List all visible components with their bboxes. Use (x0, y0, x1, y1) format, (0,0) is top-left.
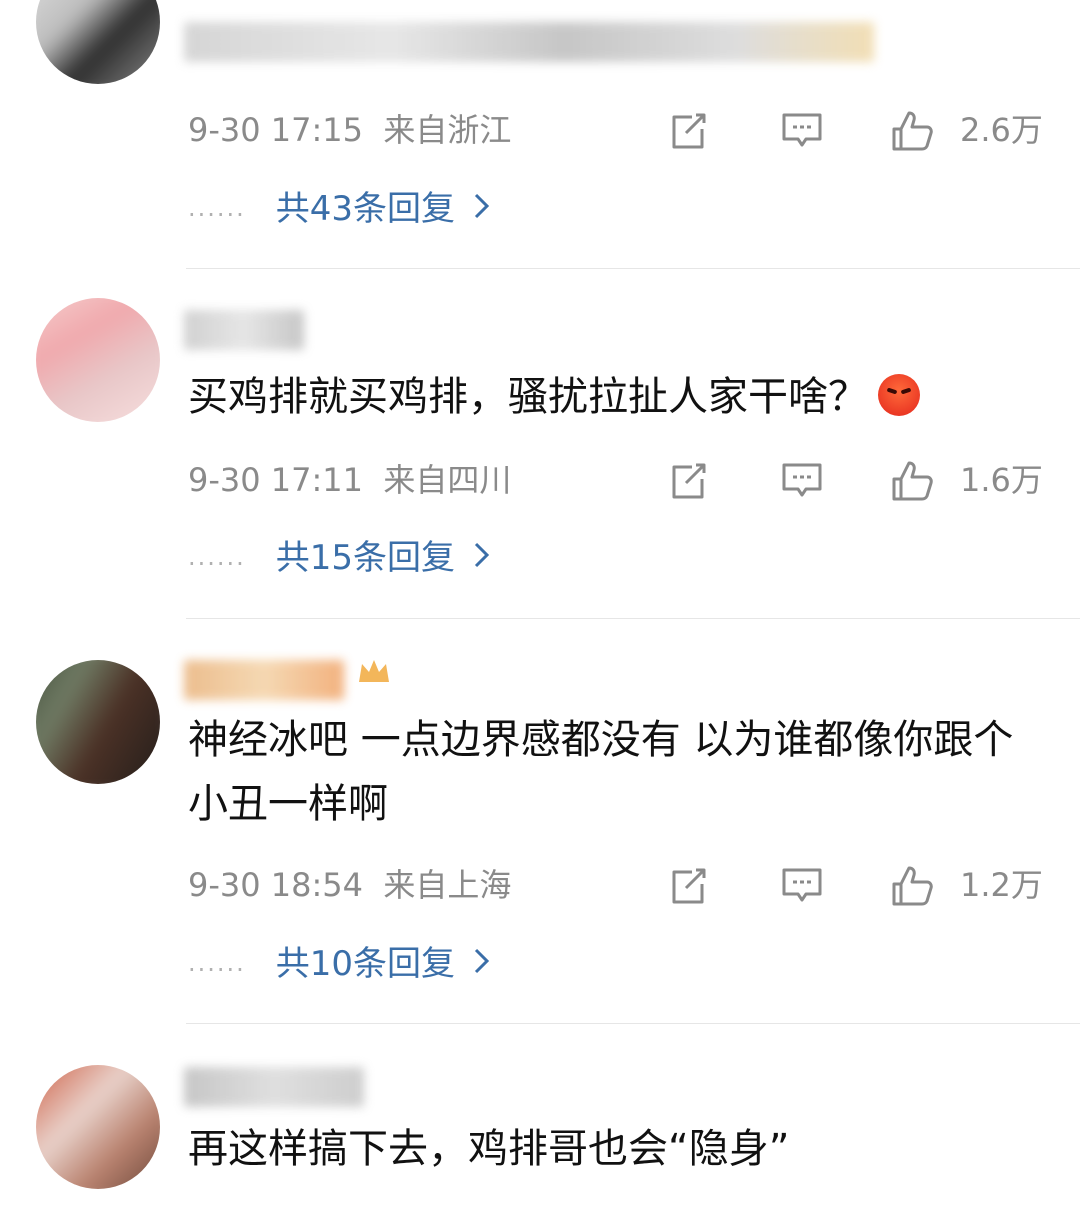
comment-meta: 9-30 18:54 来自上海 1.2万 (188, 860, 1080, 910)
angry-face-emoji (878, 374, 920, 416)
comment-text: 买鸡排就买鸡排，骚扰拉扯人家干啥？ (188, 365, 1030, 429)
like-count: 2.6万 (960, 111, 1043, 149)
reply-count[interactable]: 共15条回复 (276, 538, 455, 578)
forward-icon[interactable] (666, 864, 710, 908)
thumbs-up-icon[interactable] (890, 109, 934, 153)
comment-location: 来自浙江 (383, 111, 512, 149)
more-dots: ...... (188, 543, 246, 571)
thumbs-up-icon[interactable] (890, 459, 934, 503)
username-blurred[interactable] (184, 1067, 364, 1107)
comment-item-1: 9-30 17:15 来自浙江 2.6万 ...... 共43条回复 (0, 0, 1080, 270)
reply-count[interactable]: 共10条回复 (276, 944, 455, 984)
comment-icon[interactable] (780, 864, 824, 908)
username-blurred[interactable] (184, 310, 304, 350)
comment-meta: 9-30 17:15 来自浙江 2.6万 (188, 105, 1080, 155)
reply-count[interactable]: 共43条回复 (276, 189, 455, 229)
like-count: 1.2万 (960, 866, 1043, 904)
forward-icon[interactable] (666, 459, 710, 503)
divider (186, 618, 1080, 619)
comment-text: 神经冰吧 一点边界感都没有 以为谁都像你跟个小丑一样啊 (188, 717, 1014, 827)
chevron-right-icon (474, 193, 490, 219)
more-dots: ...... (188, 949, 246, 977)
chevron-right-icon (474, 948, 490, 974)
comment-meta: 9-30 17:11 来自四川 1.6万 (188, 455, 1080, 505)
avatar[interactable] (36, 298, 160, 422)
like-count: 1.6万 (960, 461, 1043, 499)
chevron-right-icon (474, 542, 490, 568)
comment-icon[interactable] (780, 109, 824, 153)
comment-location: 来自四川 (383, 461, 512, 499)
comment-location: 来自上海 (383, 866, 512, 904)
forward-icon[interactable] (666, 109, 710, 153)
view-replies-link[interactable]: ...... 共43条回复 (188, 183, 491, 233)
comment-time: 9-30 18:54 (188, 866, 364, 904)
comment-time: 9-30 17:11 (188, 461, 364, 499)
username-blurred[interactable] (184, 660, 344, 700)
comment-item-2: 买鸡排就买鸡排，骚扰拉扯人家干啥？ 9-30 17:11 来自四川 1.6万 .… (0, 270, 1080, 620)
comment-time: 9-30 17:15 (188, 111, 364, 149)
comment-item-4: 再这样搞下去，鸡排哥也会“隐身” (0, 1025, 1080, 1212)
crown-icon (359, 660, 389, 682)
view-replies-link[interactable]: ...... 共15条回复 (188, 532, 491, 582)
view-replies-link[interactable]: ...... 共10条回复 (188, 938, 491, 988)
username-blurred[interactable] (184, 22, 874, 62)
avatar[interactable] (36, 0, 160, 84)
divider (186, 268, 1080, 269)
divider (186, 1023, 1080, 1024)
avatar[interactable] (36, 1065, 160, 1189)
comment-icon[interactable] (780, 459, 824, 503)
comment-item-3: 神经冰吧 一点边界感都没有 以为谁都像你跟个小丑一样啊 9-30 18:54 来… (0, 620, 1080, 1025)
comment-text: 再这样搞下去，鸡排哥也会“隐身” (188, 1126, 790, 1172)
more-dots: ...... (188, 194, 246, 222)
thumbs-up-icon[interactable] (890, 864, 934, 908)
avatar[interactable] (36, 660, 160, 784)
